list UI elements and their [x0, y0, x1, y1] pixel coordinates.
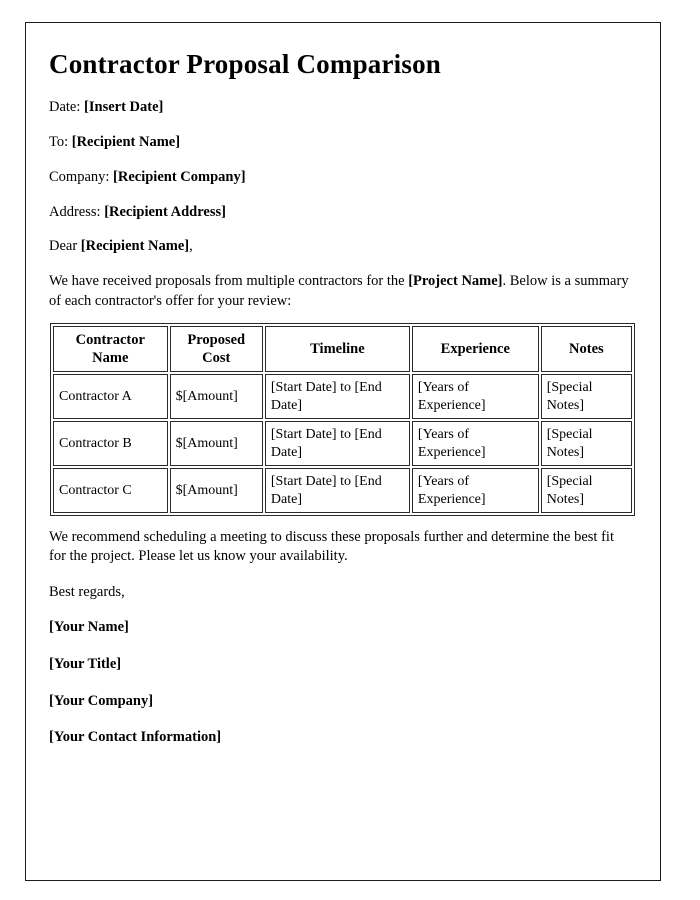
column-header-notes: Notes: [540, 325, 632, 373]
salutation: Dear [Recipient Name],: [49, 237, 632, 256]
meta-value-company: [Recipient Company]: [113, 168, 246, 185]
signature-your-contact: [Your Contact Information]: [49, 729, 222, 746]
column-header-contractor-name: Contractor Name: [53, 325, 168, 373]
meta-value-date: [Insert Date]: [84, 99, 164, 116]
cell-experience: [Years of Experience]: [411, 374, 539, 420]
salutation-label: Dear: [49, 238, 81, 255]
cell-contractor-name: Contractor A: [53, 374, 168, 420]
meta-value-to: [Recipient Name]: [71, 133, 181, 150]
cell-timeline: [Start Date] to [End Date]: [264, 421, 410, 467]
cell-experience: [Years of Experience]: [411, 421, 539, 467]
cell-contractor-name: Contractor C: [53, 468, 168, 514]
closing-paragraph: We recommend scheduling a meeting to dis…: [49, 529, 614, 565]
signature-your-title: [Your Title]: [49, 655, 122, 672]
table-row: Contractor C $[Amount] [Start Date] to […: [53, 468, 632, 514]
column-header-proposed-cost: Proposed Cost: [169, 325, 263, 373]
document-body: Contractor Proposal Comparison Date: [In…: [26, 23, 660, 747]
intro-text-before: We have received proposals from multiple…: [49, 273, 409, 290]
meta-label-address: Address:: [49, 203, 105, 220]
page-title: Contractor Proposal Comparison: [49, 49, 441, 79]
meta-line-company: Company: [Recipient Company]: [49, 168, 632, 187]
meta-line-to: To: [Recipient Name]: [49, 133, 632, 152]
signature-your-company: [Your Company]: [49, 692, 154, 709]
meta-label-date: Date:: [49, 99, 85, 116]
cell-proposed-cost: $[Amount]: [169, 374, 263, 420]
meta-line-address: Address: [Recipient Address]: [49, 203, 632, 222]
cell-contractor-name: Contractor B: [53, 421, 168, 467]
regards-line: Best regards,: [49, 583, 125, 600]
column-header-experience: Experience: [411, 325, 539, 373]
cell-proposed-cost: $[Amount]: [169, 421, 263, 467]
table-header-row: Contractor Name Proposed Cost Timeline E…: [53, 325, 632, 373]
meta-label-company: Company:: [49, 168, 114, 185]
comparison-table-wrap: Contractor Name Proposed Cost Timeline E…: [50, 322, 635, 517]
intro-project-placeholder: [Project Name]: [408, 273, 503, 290]
contractor-comparison-table: Contractor Name Proposed Cost Timeline E…: [50, 322, 635, 517]
cell-proposed-cost: $[Amount]: [169, 468, 263, 514]
meta-line-date: Date: [Insert Date]: [49, 98, 632, 117]
salutation-suffix: ,: [189, 238, 193, 255]
cell-notes: [Special Notes]: [540, 468, 632, 514]
meta-label-to: To:: [49, 133, 72, 150]
cell-timeline: [Start Date] to [End Date]: [264, 374, 410, 420]
cell-notes: [Special Notes]: [540, 374, 632, 420]
cell-notes: [Special Notes]: [540, 421, 632, 467]
meta-value-address: [Recipient Address]: [104, 203, 226, 220]
table-row: Contractor A $[Amount] [Start Date] to […: [53, 374, 632, 420]
document-page: Contractor Proposal Comparison Date: [In…: [25, 22, 661, 881]
table-row: Contractor B $[Amount] [Start Date] to […: [53, 421, 632, 467]
cell-timeline: [Start Date] to [End Date]: [264, 468, 410, 514]
cell-experience: [Years of Experience]: [411, 468, 539, 514]
column-header-timeline: Timeline: [264, 325, 410, 373]
signature-your-name: [Your Name]: [49, 618, 129, 635]
intro-paragraph: We have received proposals from multiple…: [49, 272, 632, 311]
salutation-value: [Recipient Name]: [80, 238, 190, 255]
